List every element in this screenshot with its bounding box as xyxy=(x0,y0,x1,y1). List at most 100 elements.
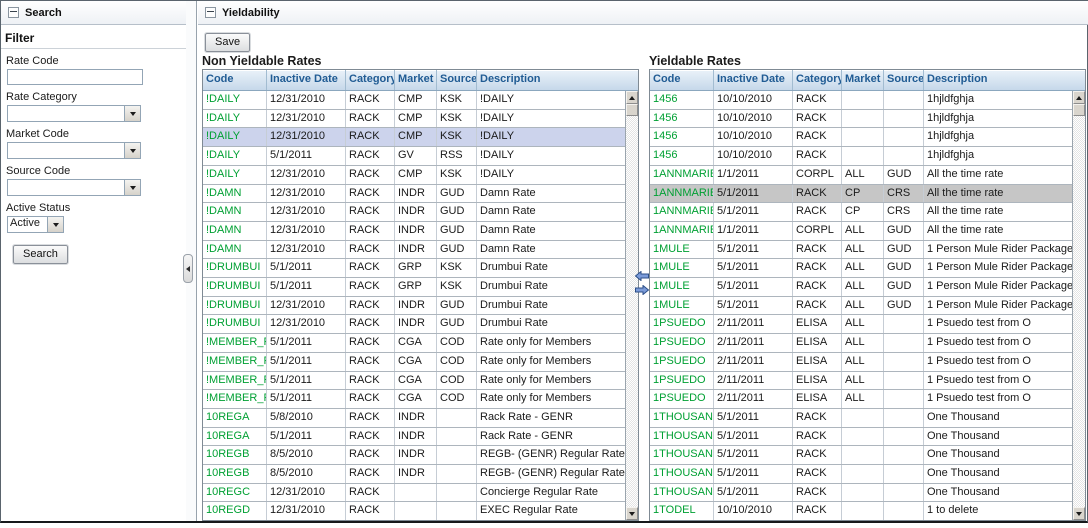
search-button[interactable]: Search xyxy=(13,245,68,264)
table-row[interactable]: !DRUMBUI12/31/2010RACKINDRGUDDrumbui Rat… xyxy=(203,297,625,316)
table-row[interactable]: 1THOUSAND5/1/2011RACKOne Thousand xyxy=(650,409,1072,428)
table-row[interactable]: 1PSUEDO2/11/2011ELISAALL1 Psuedo test fr… xyxy=(650,390,1072,409)
table-row[interactable]: 1TODEL10/10/2010RACK1 to delete xyxy=(650,502,1072,520)
table-row[interactable]: 1ANNMARIE1/1/2011CORPLALLGUDAll the time… xyxy=(650,166,1072,185)
table-row[interactable]: !DAMN12/31/2010RACKINDRGUDDamn Rate xyxy=(203,203,625,222)
table-row[interactable]: !MEMBER_RA...5/1/2011RACKCGACODRate only… xyxy=(203,372,625,391)
table-row[interactable]: !DRUMBUI5/1/2011RACKGRPKSKDrumbui Rate xyxy=(203,278,625,297)
table-row[interactable]: 1MULE5/1/2011RACKALLGUD1 Person Mule Rid… xyxy=(650,278,1072,297)
splitter-collapse-handle[interactable] xyxy=(183,254,193,283)
vertical-scrollbar[interactable] xyxy=(625,91,638,520)
column-header-description[interactable]: Description xyxy=(477,70,638,90)
table-row[interactable]: !DAMN12/31/2010RACKINDRGUDDamn Rate xyxy=(203,222,625,241)
table-row[interactable]: 1THOUSAND5/1/2011RACKOne Thousand xyxy=(650,446,1072,465)
table-row[interactable]: !MEMBER_RA...5/1/2011RACKCGACODRate only… xyxy=(203,390,625,409)
scrollbar-track[interactable] xyxy=(1073,116,1085,507)
table-row[interactable]: !DRUMBUI5/1/2011RACKGRPKSKDrumbui Rate xyxy=(203,259,625,278)
table-row[interactable]: 1THOUSAND5/1/2011RACKOne Thousand xyxy=(650,484,1072,503)
table-row[interactable]: 10REGA5/8/2010RACKINDRRack Rate - GENR xyxy=(203,409,625,428)
column-header-category[interactable]: Category xyxy=(346,70,395,90)
table-row[interactable]: 1ANNMARIE5/1/2011RACKCPCRSAll the time r… xyxy=(650,185,1072,204)
cell-market: CP xyxy=(842,203,884,221)
scrollbar-track[interactable] xyxy=(626,116,638,507)
cell-source xyxy=(884,315,924,333)
scroll-up-button[interactable] xyxy=(1073,91,1085,104)
column-header-source[interactable]: Source xyxy=(884,70,924,90)
table-row[interactable]: !DAILY12/31/2010RACKCMPKSK!DAILY xyxy=(203,128,625,147)
cell-source: KSK xyxy=(437,166,477,184)
dropdown-button[interactable] xyxy=(47,217,63,232)
panel-splitter[interactable] xyxy=(186,1,197,521)
table-row[interactable]: 1PSUEDO2/11/2011ELISAALL1 Psuedo test fr… xyxy=(650,315,1072,334)
triangle-down-icon xyxy=(1076,512,1082,516)
table-row[interactable]: 145610/10/2010RACK1hjldfghja xyxy=(650,128,1072,147)
table-row[interactable]: !DAILY12/31/2010RACKCMPKSK!DAILY xyxy=(203,91,625,110)
scroll-down-button[interactable] xyxy=(626,507,638,520)
source-code-dropdown[interactable] xyxy=(7,179,141,196)
table-row[interactable]: 1THOUSAND5/1/2011RACKOne Thousand xyxy=(650,465,1072,484)
active-status-select[interactable]: Active xyxy=(7,216,64,233)
column-header-code[interactable]: Code xyxy=(203,70,267,90)
table-row[interactable]: !DAILY12/31/2010RACKCMPKSK!DAILY xyxy=(203,166,625,185)
table-row[interactable]: 1MULE5/1/2011RACKALLGUD1 Person Mule Rid… xyxy=(650,297,1072,316)
table-row[interactable]: 145610/10/2010RACK1hjldfghja xyxy=(650,110,1072,129)
table-row[interactable]: !MEMBER_RA...5/1/2011RACKCGACODRate only… xyxy=(203,353,625,372)
table-row[interactable]: !DAMN12/31/2010RACKINDRGUDDamn Rate xyxy=(203,241,625,260)
cell-source: KSK xyxy=(437,91,477,109)
table-row[interactable]: 1PSUEDO2/11/2011ELISAALL1 Psuedo test fr… xyxy=(650,353,1072,372)
market-code-dropdown[interactable] xyxy=(7,142,141,159)
table-row[interactable]: 10REGB8/5/2010RACKINDRREGB- (GENR) Regul… xyxy=(203,465,625,484)
cell-description: Rack Rate - GENR xyxy=(477,428,625,446)
rate-code-input[interactable] xyxy=(7,69,143,85)
rate-category-dropdown[interactable] xyxy=(7,105,141,122)
save-button[interactable]: Save xyxy=(205,33,250,52)
table-row[interactable]: 145610/10/2010RACK1hjldfghja xyxy=(650,91,1072,110)
table-row[interactable]: 145610/10/2010RACK1hjldfghja xyxy=(650,147,1072,166)
table-row[interactable]: 10REGA5/1/2011RACKINDRRack Rate - GENR xyxy=(203,428,625,447)
table-row[interactable]: 1ANNMARIE1/1/2011CORPLALLGUDAll the time… xyxy=(650,222,1072,241)
dropdown-button[interactable] xyxy=(124,180,140,195)
cell-code: 1THOUSAND xyxy=(650,446,714,464)
dropdown-button[interactable] xyxy=(124,106,140,121)
table-row[interactable]: 1PSUEDO2/11/2011ELISAALL1 Psuedo test fr… xyxy=(650,334,1072,353)
scrollbar-thumb[interactable] xyxy=(626,104,638,116)
vertical-scrollbar[interactable] xyxy=(1072,91,1085,520)
transfer-right-icon[interactable] xyxy=(635,285,649,295)
table-row[interactable]: !DRUMBUI12/31/2010RACKINDRGUDDrumbui Rat… xyxy=(203,315,625,334)
table-row[interactable]: 1MULE5/1/2011RACKALLGUD1 Person Mule Rid… xyxy=(650,259,1072,278)
transfer-left-icon[interactable] xyxy=(635,271,649,281)
column-header-code[interactable]: Code xyxy=(650,70,714,90)
table-row[interactable]: 1ANNMARIE5/1/2011RACKCPCRSAll the time r… xyxy=(650,203,1072,222)
table-row[interactable]: !MEMBER_RA...5/1/2011RACKCGACODRate only… xyxy=(203,334,625,353)
cell-source: RSS xyxy=(437,147,477,165)
cell-category: RACK xyxy=(793,446,842,464)
table-row[interactable]: 10REGB8/5/2010RACKINDRREGB- (GENR) Regul… xyxy=(203,446,625,465)
cell-description: !DAILY xyxy=(477,147,625,165)
scrollbar-thumb[interactable] xyxy=(1073,104,1085,116)
cell-description: Rack Rate - GENR xyxy=(477,409,625,427)
cell-code: 1PSUEDO xyxy=(650,390,714,408)
scroll-down-button[interactable] xyxy=(1073,507,1085,520)
table-row[interactable]: 1THOUSAND5/1/2011RACKOne Thousand xyxy=(650,428,1072,447)
dropdown-button[interactable] xyxy=(124,143,140,158)
table-row[interactable]: !DAMN12/31/2010RACKINDRGUDDamn Rate xyxy=(203,185,625,204)
cell-code: !DAILY xyxy=(203,128,267,146)
table-row[interactable]: 1MULE5/1/2011RACKALLGUD1 Person Mule Rid… xyxy=(650,241,1072,260)
column-header-source[interactable]: Source xyxy=(437,70,477,90)
table-row[interactable]: 10REGD12/31/2010RACKEXEC Regular Rate xyxy=(203,502,625,520)
table-row[interactable]: 10REGC12/31/2010RACKConcierge Regular Ra… xyxy=(203,484,625,503)
collapse-icon[interactable] xyxy=(8,7,19,18)
collapse-icon[interactable] xyxy=(205,7,216,18)
cell-source: GUD xyxy=(884,278,924,296)
column-header-inactive-date[interactable]: Inactive Date xyxy=(714,70,793,90)
scroll-up-button[interactable] xyxy=(626,91,638,104)
column-header-market[interactable]: Market xyxy=(395,70,437,90)
table-row[interactable]: 1PSUEDO2/11/2011ELISAALL1 Psuedo test fr… xyxy=(650,372,1072,391)
column-header-market[interactable]: Market xyxy=(842,70,884,90)
column-header-category[interactable]: Category xyxy=(793,70,842,90)
table-row[interactable]: !DAILY12/31/2010RACKCMPKSK!DAILY xyxy=(203,110,625,129)
column-header-description[interactable]: Description xyxy=(924,70,1085,90)
table-row[interactable]: !DAILY5/1/2011RACKGVRSS!DAILY xyxy=(203,147,625,166)
column-header-inactive-date[interactable]: Inactive Date xyxy=(267,70,346,90)
cell-category: RACK xyxy=(793,241,842,259)
